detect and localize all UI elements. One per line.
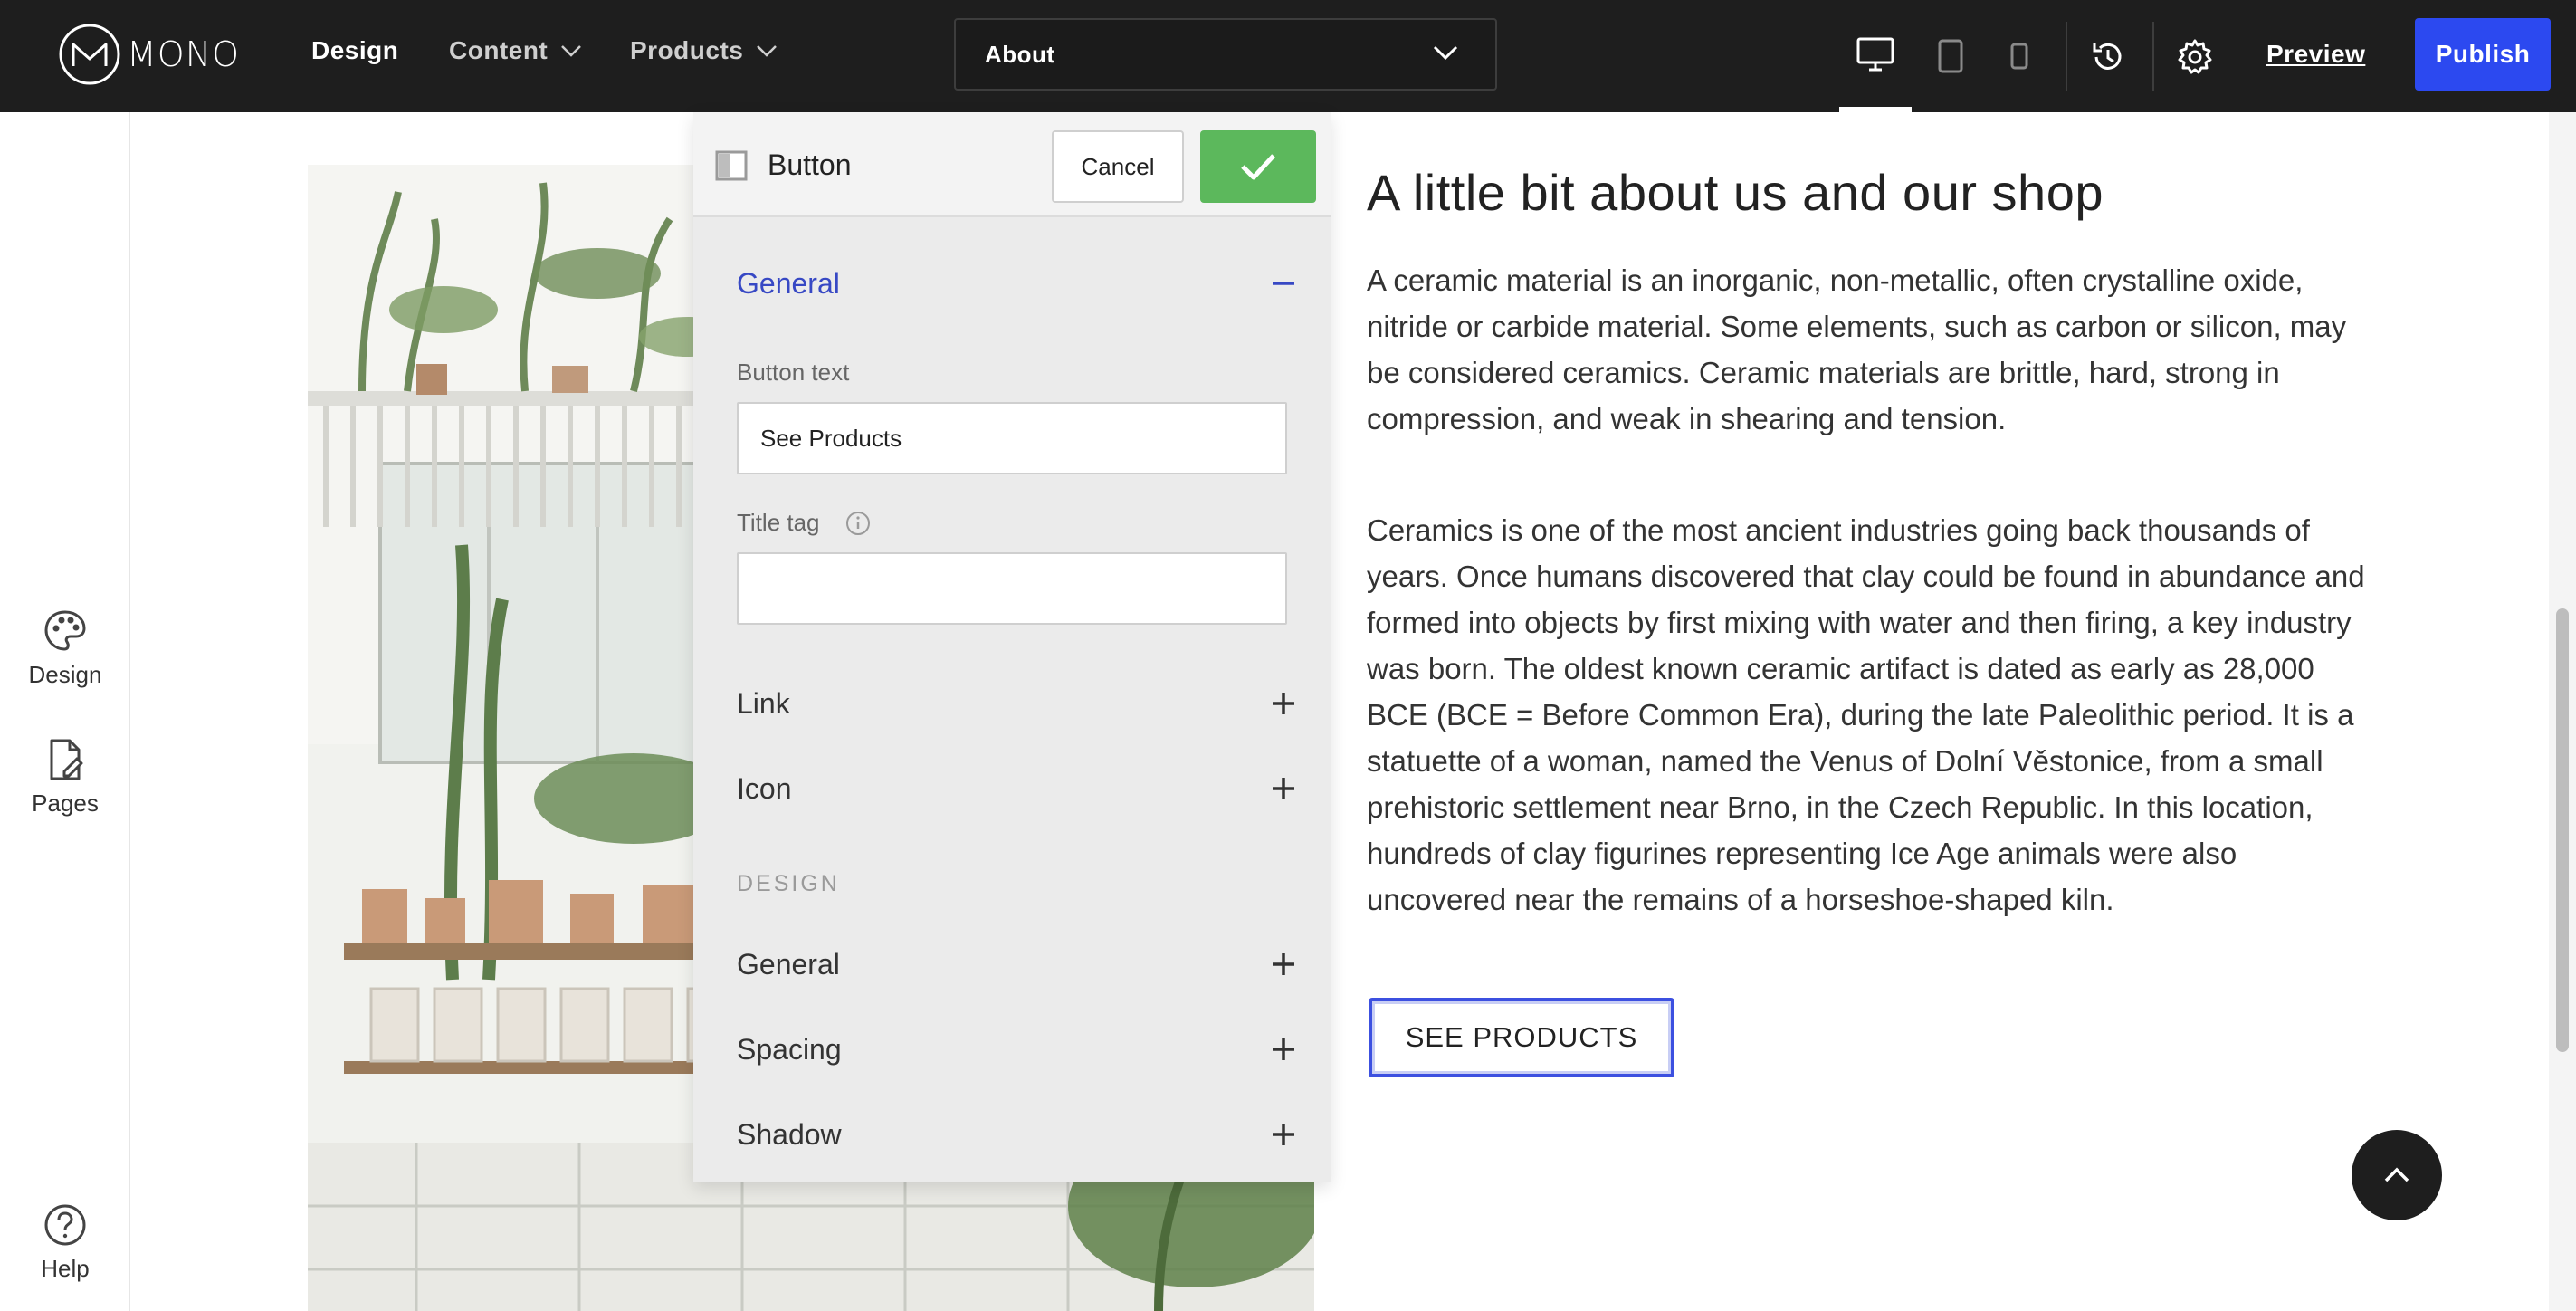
- sidebar-item-pages-label: Pages: [32, 789, 99, 817]
- section-link-toggle[interactable]: Link: [737, 681, 1296, 726]
- cancel-button[interactable]: Cancel: [1052, 130, 1184, 203]
- section-spacing-label: Spacing: [737, 1032, 842, 1066]
- toolbar-divider: [2066, 22, 2067, 91]
- pages-icon: [50, 739, 83, 780]
- plus-icon: [1273, 778, 1294, 799]
- logo[interactable]: MONO: [58, 22, 240, 87]
- info-icon[interactable]: [845, 511, 871, 536]
- section-shadow-label: Shadow: [737, 1117, 842, 1151]
- sidebar-item-help-label: Help: [41, 1255, 90, 1282]
- toolbar-divider: [2152, 22, 2154, 91]
- sidebar-item-help[interactable]: Help: [0, 1202, 130, 1283]
- section-design-general-toggle[interactable]: General: [737, 942, 1296, 987]
- plus-icon: [1273, 1038, 1294, 1060]
- nav-design[interactable]: Design: [311, 36, 398, 65]
- left-sidebar: Design Pages Help: [0, 112, 130, 1311]
- publish-button[interactable]: Publish: [2415, 18, 2551, 91]
- button-text-label-text: Button text: [737, 359, 850, 386]
- scroll-to-top-button[interactable]: [2352, 1130, 2442, 1220]
- section-design-general-label: General: [737, 947, 840, 981]
- nav-content-label: Content: [449, 36, 549, 64]
- scrollbar-thumb[interactable]: [2556, 608, 2569, 1052]
- section-icon-label: Icon: [737, 771, 792, 805]
- nav-products-label: Products: [630, 36, 744, 64]
- sidebar-item-design-label: Design: [28, 661, 102, 688]
- confirm-button[interactable]: [1200, 130, 1316, 203]
- nav-products[interactable]: Products: [630, 36, 778, 65]
- sidebar-item-design[interactable]: Design: [0, 608, 130, 689]
- button-text-label: Button text: [737, 359, 849, 387]
- plus-icon: [1273, 693, 1294, 714]
- see-products-button[interactable]: SEE PRODUCTS: [1369, 998, 1674, 1077]
- nav-content[interactable]: Content: [449, 36, 582, 65]
- logo-text: MONO: [127, 34, 241, 74]
- panel-header: Button Cancel: [693, 112, 1331, 217]
- title-tag-label-text: Title tag: [737, 509, 820, 536]
- help-icon: [44, 1204, 86, 1246]
- button-text-input[interactable]: [737, 402, 1287, 474]
- nav-design-label: Design: [311, 36, 399, 64]
- cancel-button-label: Cancel: [1081, 152, 1155, 180]
- check-icon: [1241, 154, 1275, 180]
- plus-icon: [1273, 1124, 1294, 1145]
- see-products-button-label: SEE PRODUCTS: [1405, 1021, 1638, 1053]
- preview-link[interactable]: Preview: [2266, 40, 2365, 69]
- top-bar: MONO Design Content Products About Previ…: [0, 0, 2576, 112]
- panel-dock-icon[interactable]: [715, 150, 748, 181]
- chevron-down-icon: [1433, 45, 1458, 61]
- page-scrollbar[interactable]: [2549, 112, 2576, 1311]
- history-icon[interactable]: [2089, 38, 2127, 76]
- plus-icon: [1273, 953, 1294, 975]
- minus-icon: [1273, 282, 1294, 285]
- paragraph-1: A ceramic material is an inorganic, non-…: [1367, 263, 2347, 435]
- page-selector-value: About: [985, 40, 1055, 68]
- panel-title: Button: [768, 148, 852, 181]
- section-title: A little bit about us and our shop: [1367, 164, 2104, 221]
- logo-mark-icon: [59, 24, 120, 85]
- button-settings-panel: Button Cancel General Button text Title …: [693, 112, 1331, 1182]
- mobile-view-icon[interactable]: [2009, 42, 2029, 71]
- paragraph-2: Ceramics is one of the most ancient indu…: [1367, 513, 2365, 916]
- section-link-label: Link: [737, 686, 790, 720]
- palette-icon: [44, 610, 86, 651]
- sidebar-item-pages[interactable]: Pages: [0, 737, 130, 818]
- tablet-view-icon[interactable]: [1937, 38, 1964, 74]
- section-spacing-toggle[interactable]: Spacing: [737, 1027, 1296, 1072]
- page-selector[interactable]: About: [954, 18, 1497, 91]
- section-general-label: General: [737, 266, 840, 300]
- chevron-down-icon: [757, 45, 778, 57]
- chevron-up-icon: [2384, 1167, 2409, 1182]
- title-tag-input[interactable]: [737, 552, 1287, 625]
- design-group-heading: DESIGN: [737, 871, 840, 896]
- desktop-view-icon[interactable]: [1856, 36, 1895, 72]
- publish-button-label: Publish: [2435, 40, 2531, 68]
- section-general-toggle[interactable]: General: [737, 261, 1296, 306]
- chevron-down-icon: [561, 45, 582, 57]
- title-tag-label: Title tag: [737, 509, 871, 537]
- gear-icon[interactable]: [2176, 38, 2214, 76]
- section-shadow-toggle[interactable]: Shadow: [737, 1112, 1296, 1157]
- section-icon-toggle[interactable]: Icon: [737, 766, 1296, 811]
